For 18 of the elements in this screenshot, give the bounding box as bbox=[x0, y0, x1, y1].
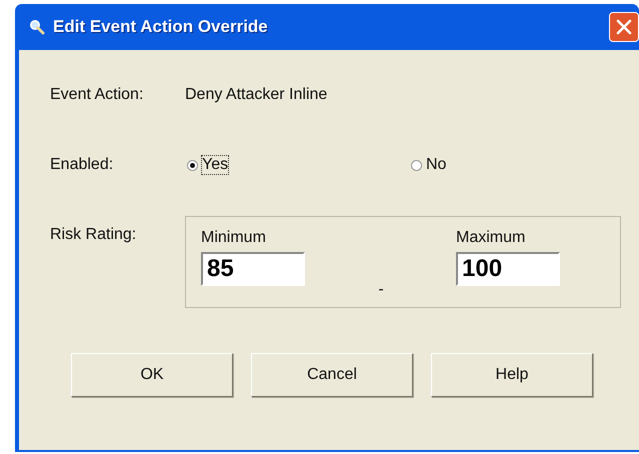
field-label: Enabled: bbox=[50, 156, 114, 174]
field-label: Event Action: bbox=[50, 86, 144, 104]
dialog-button[interactable]: Help bbox=[431, 353, 593, 397]
maximum-field[interactable]: 100 bbox=[456, 252, 560, 286]
dialog-button[interactable]: OK bbox=[71, 353, 233, 397]
minimum-label: Minimum bbox=[201, 229, 267, 247]
close-button[interactable] bbox=[609, 12, 639, 42]
radio-option[interactable]: Yes bbox=[185, 156, 409, 174]
search-icon bbox=[29, 19, 45, 35]
event-action-value: Deny Attacker Inline bbox=[185, 86, 328, 104]
minimum-field[interactable]: 85 bbox=[201, 252, 305, 286]
close-icon bbox=[615, 18, 633, 36]
dialog-button[interactable]: Cancel bbox=[251, 353, 413, 397]
window-title: Edit Event Action Override bbox=[53, 17, 269, 37]
maximum-label: Maximum bbox=[456, 229, 526, 247]
range-separator: - bbox=[377, 281, 385, 299]
field-label: Risk Rating: bbox=[50, 226, 138, 244]
radio-option[interactable]: No bbox=[409, 156, 448, 174]
